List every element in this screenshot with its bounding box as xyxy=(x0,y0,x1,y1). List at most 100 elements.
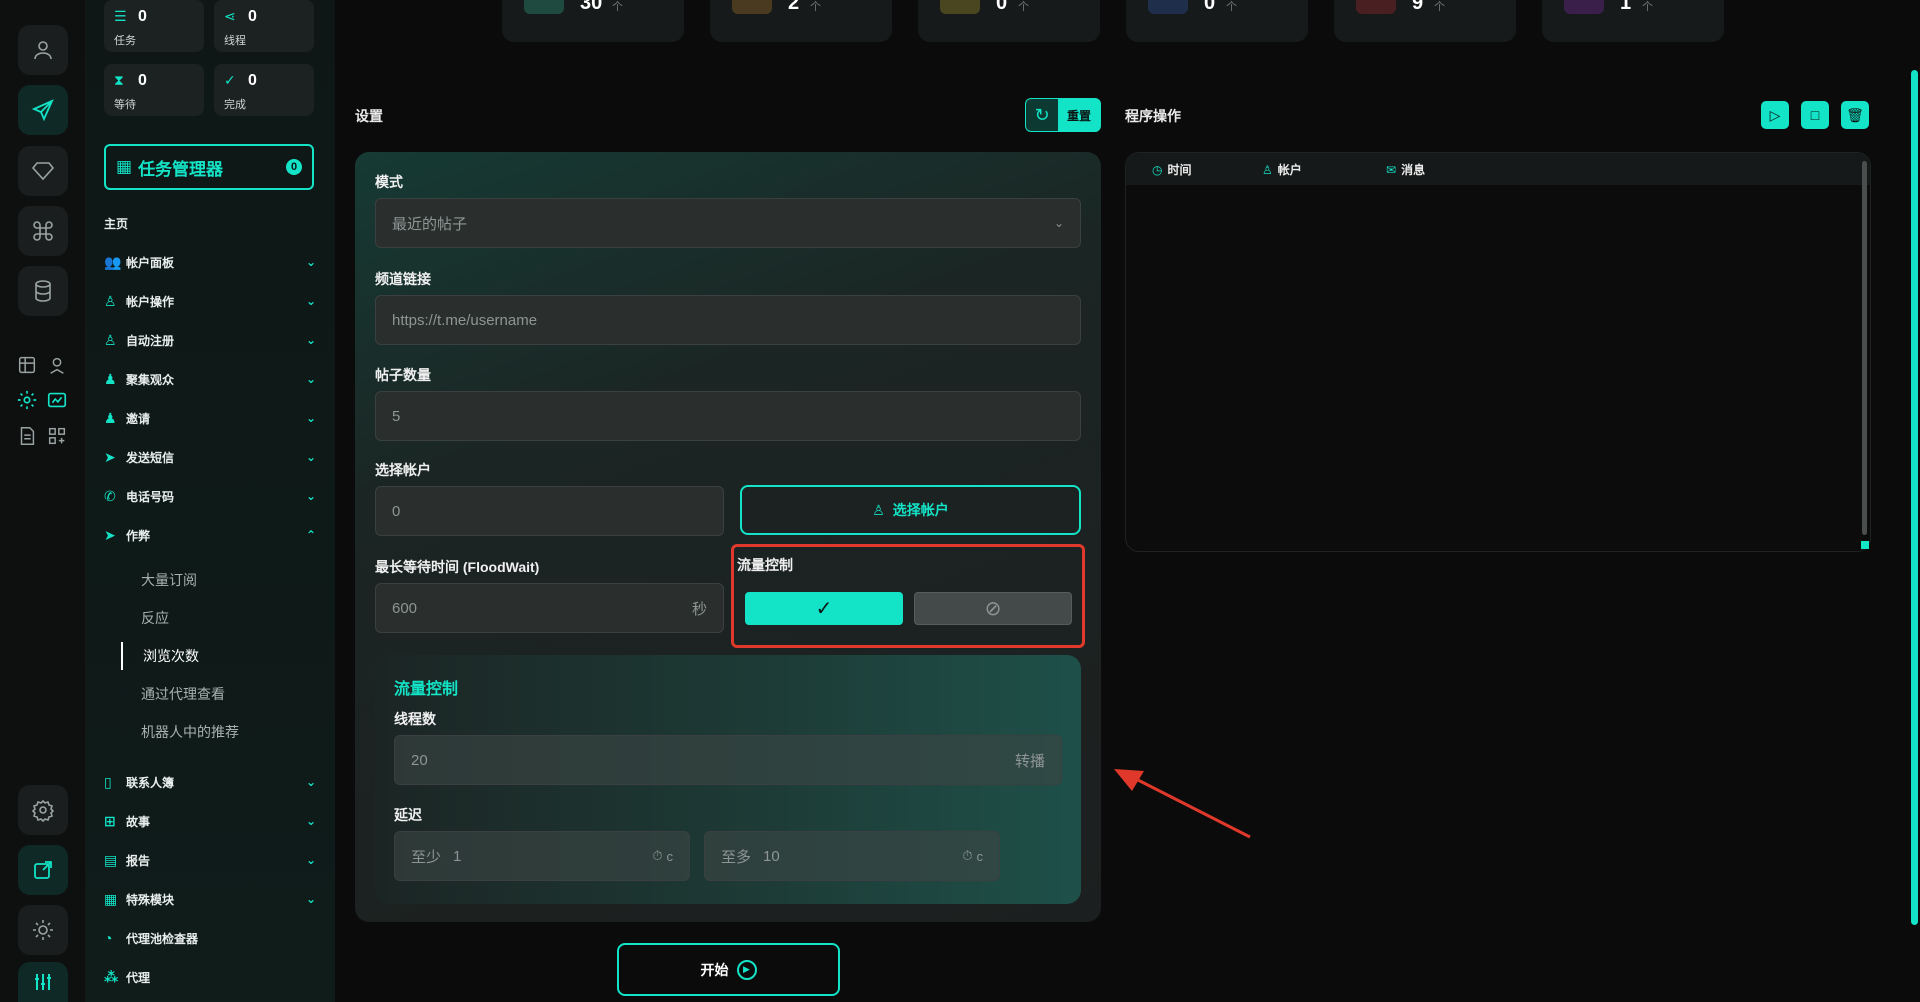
stat-label: 完成 xyxy=(224,99,246,111)
settings-icon[interactable] xyxy=(18,785,68,835)
top-card-value: 2 xyxy=(788,0,800,14)
log-scrollbar[interactable] xyxy=(1862,161,1867,535)
reset-button[interactable]: ↻ 重置 xyxy=(1025,98,1101,132)
apps-icon[interactable] xyxy=(46,425,68,447)
top-card-unit: 个 xyxy=(1642,1,1653,13)
send-icon: ➤ xyxy=(104,448,116,465)
sub-mass-subscribe[interactable]: 大量订阅 xyxy=(121,566,316,594)
flow-control-off-button[interactable]: ⊘ xyxy=(914,592,1072,625)
delay-min-unit: c xyxy=(666,848,674,864)
play-circle-icon: ▶ xyxy=(736,959,757,980)
page-scrollbar-thumb[interactable] xyxy=(1911,70,1918,925)
log-header: ◷ 时间 ♙ 帐户 ✉ 消息 xyxy=(1126,153,1870,185)
nav-label: 代理池检查器 xyxy=(126,931,199,946)
start-button[interactable]: 开始 ▶ xyxy=(617,943,840,996)
nav-invite[interactable]: ♟ 邀请 ⌄ xyxy=(104,404,316,432)
external-link-icon[interactable] xyxy=(18,845,68,895)
nav-reports[interactable]: ▤ 报告 ⌄ xyxy=(104,846,316,874)
user-icon: ♙ xyxy=(1262,162,1273,177)
database-icon[interactable] xyxy=(18,266,68,316)
hourglass-icon: ⧗ xyxy=(114,72,124,88)
sun-icon[interactable] xyxy=(18,905,68,955)
status-icon xyxy=(732,0,772,14)
log-panel: ◷ 时间 ♙ 帐户 ✉ 消息 xyxy=(1125,152,1871,552)
top-card-unit: 个 xyxy=(1018,1,1029,13)
chevron-down-icon: ⌄ xyxy=(305,892,316,906)
status-icon xyxy=(940,0,980,14)
table-icon[interactable] xyxy=(16,354,38,376)
chevron-down-icon: ⌄ xyxy=(305,255,316,269)
nav-proxy-pool-checker[interactable]: ◔ 代理池检查器 xyxy=(104,924,316,952)
nav-account-panel[interactable]: 👥 帐户面板 ⌄ xyxy=(104,248,316,276)
top-card-6: 1 个 xyxy=(1542,0,1724,42)
nav-label: 联系人簿 xyxy=(126,775,175,790)
nav-proxy[interactable]: ⁂ 代理 xyxy=(104,963,316,991)
flow-control-on-button[interactable]: ✓ xyxy=(745,592,903,625)
location-user-icon[interactable] xyxy=(46,354,68,376)
choose-accounts-button[interactable]: ♙ 选择帐户 xyxy=(740,485,1081,535)
nav-label: 特殊模块 xyxy=(126,892,175,907)
clear-button[interactable]: 🗑 xyxy=(1841,101,1869,129)
log-resize-handle[interactable] xyxy=(1861,541,1869,549)
mode-label: 模式 xyxy=(375,174,403,190)
log-col-time: ◷ 时间 xyxy=(1152,161,1192,178)
chevron-down-icon: ⌄ xyxy=(305,775,316,789)
task-manager-icon: ▦ xyxy=(116,157,133,176)
nav-gather-audience[interactable]: ♟ 聚集观众 ⌄ xyxy=(104,365,316,393)
delay-min-prefix: 至少 xyxy=(411,848,442,866)
delay-min-value: 1 xyxy=(453,847,462,865)
flood-wait-input[interactable]: 600 秒 xyxy=(375,583,724,633)
nav-send-sms[interactable]: ➤ 发送短信 ⌄ xyxy=(104,443,316,471)
timer-icon: ⏱ xyxy=(652,848,663,863)
task-manager-button[interactable]: ▦ 任务管理器 0 xyxy=(104,144,314,190)
users-icon: 👥 xyxy=(104,253,122,270)
stat-value: 0 xyxy=(248,72,257,89)
settings-gear-icon[interactable] xyxy=(16,389,38,411)
nav-contacts[interactable]: ▯ 联系人簿 ⌄ xyxy=(104,768,316,796)
stop-button[interactable]: □ xyxy=(1801,101,1829,129)
sub-proxy-views[interactable]: 通过代理查看 xyxy=(121,680,316,708)
user-list-icon: ♟ xyxy=(104,409,117,426)
diamond-icon[interactable] xyxy=(18,146,68,196)
document-icon[interactable] xyxy=(16,425,38,447)
accounts-count-input[interactable]: 0 xyxy=(375,486,724,536)
network-icon: ⁂ xyxy=(104,968,119,985)
sliders-icon[interactable] xyxy=(18,962,68,1002)
send-icon[interactable] xyxy=(18,85,68,135)
status-icon xyxy=(1148,0,1188,14)
status-icon xyxy=(524,0,564,14)
dashboard-icon[interactable] xyxy=(46,389,68,411)
nav-phone-numbers[interactable]: ✆ 电话号码 ⌄ xyxy=(104,482,316,510)
nav-stories[interactable]: ⊞ 故事 ⌄ xyxy=(104,807,316,835)
profile-icon[interactable] xyxy=(18,25,68,75)
nav-special-modules[interactable]: ▦ 特殊模块 ⌄ xyxy=(104,885,316,913)
delay-max-input[interactable]: 至多 10 ⏱ c xyxy=(704,831,1000,881)
command-icon[interactable] xyxy=(18,206,68,256)
nav-auto-register[interactable]: ♙ 自动注册 ⌄ xyxy=(104,326,316,354)
delay-min-input[interactable]: 至少 1 ⏱ c xyxy=(394,831,690,881)
flood-wait-label: 最长等待时间 (FloodWait) xyxy=(375,559,540,575)
sub-views[interactable]: 浏览次数 xyxy=(121,642,316,670)
mode-select[interactable]: 最近的帖子 ⌄ xyxy=(375,198,1081,248)
threads-label: 线程数 xyxy=(394,711,436,727)
post-count-input[interactable]: 5 xyxy=(375,391,1081,441)
post-count-label: 帖子数量 xyxy=(375,367,431,383)
send-icon: ➤ xyxy=(104,526,116,543)
stat-tasks: ☰ 0 任务 xyxy=(104,0,204,52)
nav-cheat[interactable]: ➤ 作弊 ⌃ xyxy=(104,521,316,549)
list-icon: ☰ xyxy=(114,8,127,24)
top-card-unit: 个 xyxy=(810,1,821,13)
nav-account-actions[interactable]: ♙ 帐户操作 ⌄ xyxy=(104,287,316,315)
nav-label: 邀请 xyxy=(126,411,151,426)
nav-label: 自动注册 xyxy=(126,333,175,348)
top-card-unit: 个 xyxy=(612,1,623,13)
threads-input[interactable]: 20 转播 xyxy=(394,735,1062,785)
flow-control-label: 流量控制 xyxy=(737,557,793,573)
icon-rail xyxy=(0,0,86,1002)
mode-value: 最近的帖子 xyxy=(392,215,468,233)
sub-bot-referrals[interactable]: 机器人中的推荐 xyxy=(121,718,316,746)
delay-max-unit: c xyxy=(976,848,984,864)
play-button[interactable]: ▷ xyxy=(1761,101,1789,129)
sub-reactions[interactable]: 反应 xyxy=(121,604,316,632)
channel-link-input[interactable]: https://t.me/username xyxy=(375,295,1081,345)
